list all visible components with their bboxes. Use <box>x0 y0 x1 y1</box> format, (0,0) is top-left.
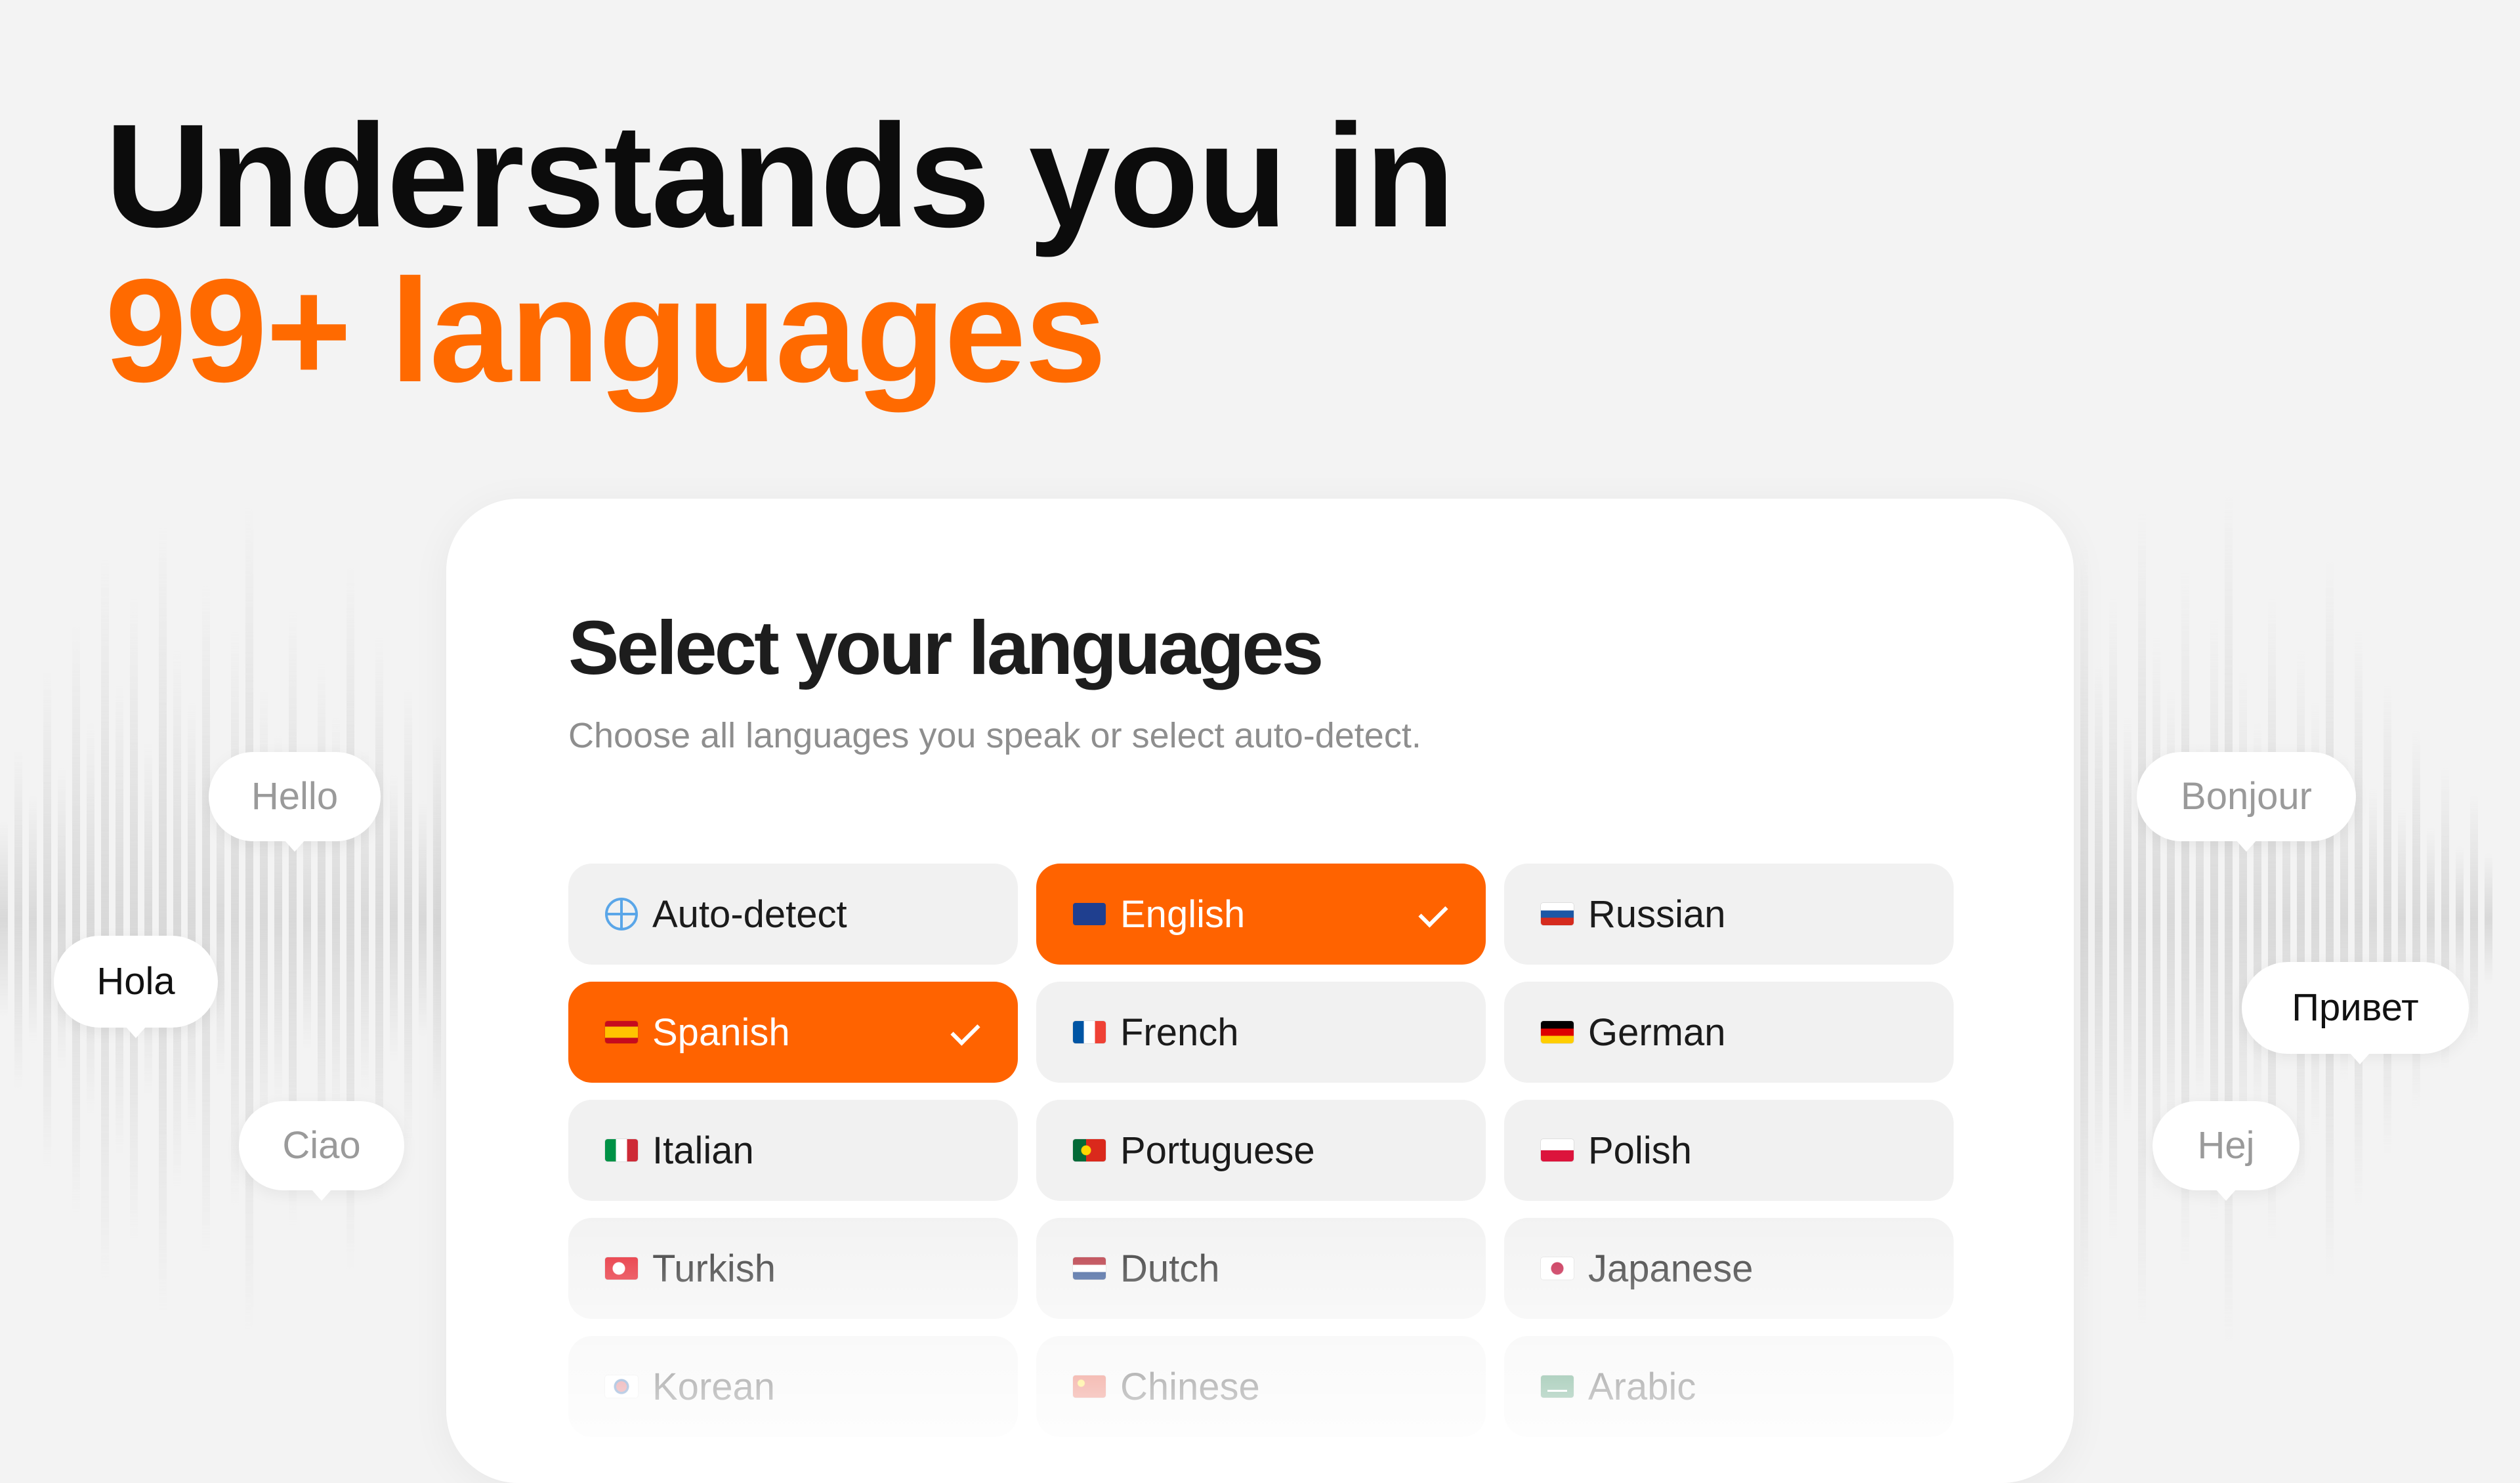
language-option-italian[interactable]: Italian <box>568 1100 1018 1201</box>
language-option-spanish[interactable]: Spanish <box>568 982 1018 1083</box>
greeting-bubble-hello: Hello <box>209 752 381 852</box>
waveform-bar <box>159 525 167 1312</box>
flag-portugal-icon <box>1073 1139 1106 1161</box>
greeting-bubble-privet: Привет <box>2242 962 2469 1064</box>
language-option-label: German <box>1588 1011 1726 1054</box>
waveform-bar <box>2456 846 2464 991</box>
checkmark-icon <box>950 1016 980 1046</box>
waveform-bar <box>188 702 196 1135</box>
language-option-auto-detect[interactable]: Auto-detect <box>568 864 1018 965</box>
greeting-bubble-ciao: Ciao <box>239 1101 404 1201</box>
waveform-bar <box>130 597 138 1240</box>
waveform-bar <box>2152 637 2160 1201</box>
waveform-bar <box>2297 650 2305 1188</box>
language-option-turkish[interactable]: Turkish <box>568 1218 1018 1319</box>
waveform-bar <box>419 801 427 1037</box>
language-option-label: Spanish <box>652 1011 790 1054</box>
flag-italy-icon <box>605 1139 638 1161</box>
language-option-german[interactable]: German <box>1504 982 1954 1083</box>
flag-china-icon <box>1073 1375 1106 1398</box>
waveform-bar <box>404 689 412 1148</box>
waveform-bar <box>2109 597 2117 1240</box>
language-option-label: Arabic <box>1588 1365 1696 1408</box>
greeting-bubble-hola: Hola <box>54 936 218 1038</box>
flag-saudi-icon <box>1541 1375 1574 1398</box>
language-option-label: French <box>1120 1011 1239 1054</box>
waveform-bar <box>144 742 152 1096</box>
hero-line-1: Understands you in <box>105 94 1455 258</box>
flag-russia-icon <box>1541 903 1574 925</box>
waveform-bar <box>2095 663 2103 1175</box>
waveform-bar <box>2326 558 2334 1280</box>
language-option-label: Auto-detect <box>652 892 847 936</box>
checkmark-icon <box>1418 898 1448 928</box>
waveform-bar <box>2124 715 2132 1122</box>
waveform-bar <box>14 748 22 1089</box>
waveform-bar <box>2225 492 2233 1345</box>
flag-uk-icon <box>1073 903 1106 925</box>
waveform-bar <box>231 630 239 1207</box>
language-option-russian[interactable]: Russian <box>1504 864 1954 965</box>
flag-turkey-icon <box>605 1257 638 1280</box>
language-option-english[interactable]: English <box>1036 864 1486 965</box>
greeting-bubble-hej: Hej <box>2152 1101 2300 1201</box>
waveform-bar <box>58 768 66 1070</box>
waveform-bar <box>72 623 80 1214</box>
language-option-label: Turkish <box>652 1247 776 1290</box>
language-selection-card: Select your languages Choose all languag… <box>446 499 2074 1483</box>
waveform-bar <box>2485 853 2492 984</box>
language-option-label: Dutch <box>1120 1247 1220 1290</box>
greeting-bubble-bonjour: Bonjour <box>2137 752 2356 852</box>
waveform-bar <box>87 722 94 1116</box>
waveform-bar <box>29 794 37 1043</box>
language-option-label: Chinese <box>1120 1365 1260 1408</box>
language-option-label: Korean <box>652 1365 776 1408</box>
waveform-bar <box>202 584 210 1253</box>
language-option-label: Polish <box>1588 1129 1692 1172</box>
language-option-label: Italian <box>652 1129 754 1172</box>
flag-france-icon <box>1073 1021 1106 1043</box>
globe-icon <box>605 898 638 930</box>
language-option-label: English <box>1120 892 1246 936</box>
waveform-bar <box>2138 512 2146 1326</box>
card-title: Select your languages <box>568 605 1324 690</box>
language-grid: Auto-detect English Russian Spanish French Ge… <box>568 864 1954 1437</box>
waveform-bar <box>2080 545 2088 1293</box>
language-option-label: Japanese <box>1588 1247 1754 1290</box>
language-option-portuguese[interactable]: Portuguese <box>1036 1100 1486 1201</box>
language-option-chinese[interactable]: Chinese <box>1036 1336 1486 1437</box>
waveform-bar <box>433 735 441 1102</box>
language-option-dutch[interactable]: Dutch <box>1036 1218 1486 1319</box>
flag-germany-icon <box>1541 1021 1574 1043</box>
waveform-bar <box>116 682 123 1155</box>
language-option-arabic[interactable]: Arabic <box>1504 1336 1954 1437</box>
flag-korea-icon <box>605 1375 638 1398</box>
waveform-decoration-right <box>2008 420 2520 1417</box>
language-option-japanese[interactable]: Japanese <box>1504 1218 1954 1319</box>
flag-spain-icon <box>605 1021 638 1043</box>
waveform-bar <box>173 650 181 1188</box>
language-option-label: Portuguese <box>1120 1129 1315 1172</box>
card-subtitle: Choose all languages you speak or select… <box>568 716 1421 755</box>
waveform-bar <box>0 820 8 1017</box>
flag-japan-icon <box>1541 1257 1574 1280</box>
language-option-french[interactable]: French <box>1036 982 1486 1083</box>
waveform-bar <box>2355 630 2362 1207</box>
waveform-bar <box>390 774 398 1063</box>
language-option-polish[interactable]: Polish <box>1504 1100 1954 1201</box>
waveform-bar <box>2384 682 2391 1155</box>
waveform-bar <box>43 669 51 1168</box>
waveform-bar <box>318 663 326 1175</box>
hero-line-2: 99+ languages <box>105 249 1106 413</box>
hero-headline: Understands you in 99+ languages <box>105 98 1455 413</box>
waveform-bar <box>101 558 109 1280</box>
waveform-bar <box>2470 794 2478 1043</box>
flag-poland-icon <box>1541 1139 1574 1161</box>
language-option-korean[interactable]: Korean <box>568 1336 1018 1437</box>
flag-netherlands-icon <box>1073 1257 1106 1280</box>
waveform-bar <box>245 505 253 1332</box>
language-option-label: Russian <box>1588 892 1726 936</box>
waveform-bar <box>2239 669 2247 1168</box>
